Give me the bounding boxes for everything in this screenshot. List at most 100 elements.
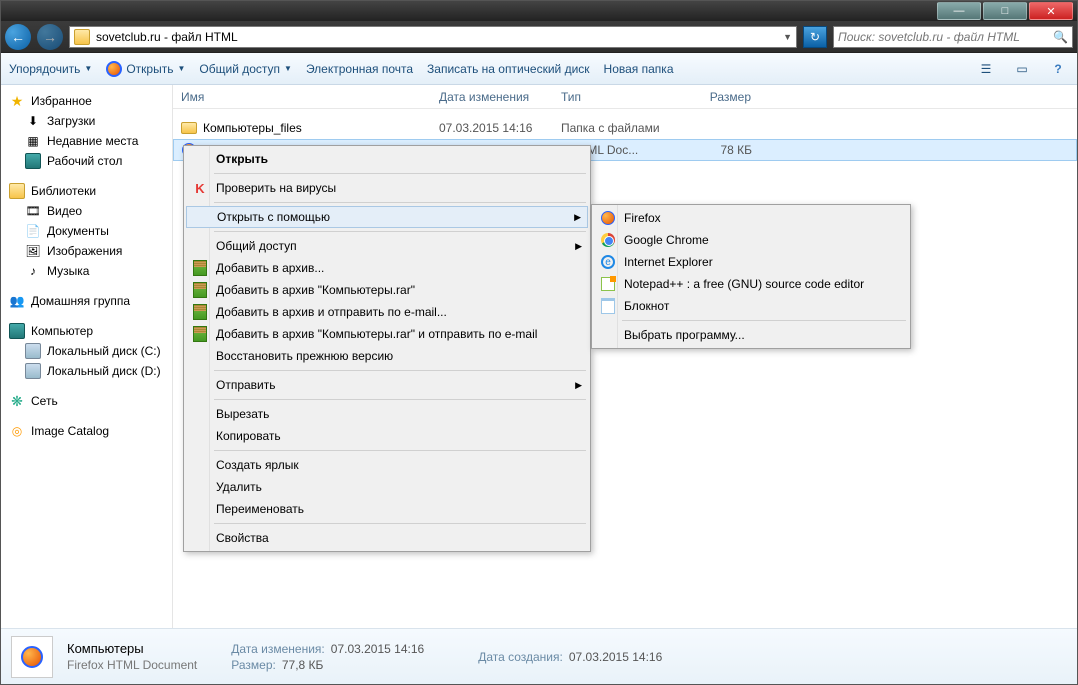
downloads-link[interactable]: ⬇Загрузки: [7, 111, 172, 131]
file-thumbnail: [11, 636, 53, 678]
explorer-window: — □ ✕ ← → ▼ ↻ 🔍 Упорядочить▼ Открыть▼ Об…: [0, 0, 1078, 685]
help-button[interactable]: ?: [1047, 58, 1069, 80]
winrar-icon: [192, 282, 208, 298]
col-date[interactable]: Дата изменения: [439, 90, 561, 104]
file-list: Имя Дата изменения Тип Размер Компьютеры…: [173, 85, 1077, 628]
ctx-properties[interactable]: Свойства: [186, 527, 588, 549]
file-row[interactable]: Компьютеры_files 07.03.2015 14:16 Папка …: [173, 117, 1077, 139]
ctx-delete[interactable]: Удалить: [186, 476, 588, 498]
ctx-share[interactable]: Общий доступ▶: [186, 235, 588, 257]
computer-group[interactable]: Компьютер: [7, 321, 172, 341]
desktop-link[interactable]: Рабочий стол: [7, 151, 172, 171]
downloads-icon: ⬇: [25, 113, 41, 129]
network-link[interactable]: ❋Сеть: [7, 391, 172, 411]
homegroup-icon: 👥: [9, 293, 25, 309]
drive-c-link[interactable]: Локальный диск (C:): [7, 341, 172, 361]
maximize-button[interactable]: □: [983, 2, 1027, 20]
libraries-group[interactable]: Библиотеки: [7, 181, 172, 201]
notepadpp-icon: [600, 276, 616, 292]
ctx-shortcut[interactable]: Создать ярлык: [186, 454, 588, 476]
openwith-firefox[interactable]: Firefox: [594, 207, 908, 229]
column-headers[interactable]: Имя Дата изменения Тип Размер: [173, 85, 1077, 109]
search-input[interactable]: [838, 28, 1053, 46]
winrar-icon: [192, 260, 208, 276]
ctx-add-archive[interactable]: Добавить в архив...: [186, 257, 588, 279]
preview-pane-button[interactable]: ▭: [1011, 58, 1033, 80]
pictures-icon: 🖼: [25, 243, 41, 259]
share-button[interactable]: Общий доступ▼: [199, 62, 292, 76]
submenu-arrow-icon: ▶: [575, 241, 582, 252]
open-button[interactable]: Открыть▼: [106, 61, 185, 77]
openwith-notepad[interactable]: Блокнот: [594, 295, 908, 317]
toolbar: Упорядочить▼ Открыть▼ Общий доступ▼ Элек…: [1, 53, 1077, 85]
details-size-label: Размер:: [231, 658, 276, 672]
close-button[interactable]: ✕: [1029, 2, 1073, 20]
folder-icon: [74, 29, 90, 45]
ctx-virus-scan[interactable]: KПроверить на вирусы: [186, 177, 588, 199]
details-datemod-value: 07.03.2015 14:16: [331, 642, 424, 656]
ctx-copy[interactable]: Копировать: [186, 425, 588, 447]
col-type[interactable]: Тип: [561, 90, 681, 104]
refresh-button[interactable]: ↻: [803, 26, 827, 48]
chrome-icon: [600, 232, 616, 248]
imagecatalog-icon: ◎: [9, 423, 25, 439]
imagecatalog-link[interactable]: ◎Image Catalog: [7, 421, 172, 441]
navigation-pane: ★Избранное ⬇Загрузки ▦Недавние места Раб…: [1, 85, 173, 628]
email-button[interactable]: Электронная почта: [306, 62, 413, 76]
burn-button[interactable]: Записать на оптический диск: [427, 62, 590, 76]
documents-link[interactable]: 📄Документы: [7, 221, 172, 241]
homegroup-link[interactable]: 👥Домашняя группа: [7, 291, 172, 311]
back-button[interactable]: ←: [5, 24, 31, 50]
drive-d-link[interactable]: Локальный диск (D:): [7, 361, 172, 381]
computer-icon: [9, 323, 25, 339]
recent-link[interactable]: ▦Недавние места: [7, 131, 172, 151]
pictures-link[interactable]: 🖼Изображения: [7, 241, 172, 261]
newfolder-button[interactable]: Новая папка: [604, 62, 674, 76]
search-bar[interactable]: 🔍: [833, 26, 1073, 48]
details-datemod-label: Дата изменения:: [231, 642, 325, 656]
ctx-restore[interactable]: Восстановить прежнюю версию: [186, 345, 588, 367]
desktop-icon: [25, 153, 41, 169]
network-icon: ❋: [9, 393, 25, 409]
drive-icon: [25, 343, 41, 359]
openwith-npp[interactable]: Notepad++ : a free (GNU) source code edi…: [594, 273, 908, 295]
ctx-rename[interactable]: Переименовать: [186, 498, 588, 520]
submenu-arrow-icon: ▶: [575, 380, 582, 391]
video-link[interactable]: 🎞Видео: [7, 201, 172, 221]
openwith-choose[interactable]: Выбрать программу...: [594, 324, 908, 346]
recent-icon: ▦: [25, 133, 41, 149]
openwith-chrome[interactable]: Google Chrome: [594, 229, 908, 251]
minimize-button[interactable]: —: [937, 2, 981, 20]
ctx-open-with[interactable]: Открыть с помощью▶: [186, 206, 588, 228]
address-bar[interactable]: ▼: [69, 26, 797, 48]
ctx-add-archive-named[interactable]: Добавить в архив "Компьютеры.rar": [186, 279, 588, 301]
winrar-icon: [192, 304, 208, 320]
organize-button[interactable]: Упорядочить▼: [9, 62, 92, 76]
col-name[interactable]: Имя: [181, 90, 439, 104]
details-datecre-value: 07.03.2015 14:16: [569, 650, 662, 664]
nav-bar: ← → ▼ ↻ 🔍: [1, 21, 1077, 53]
ctx-open[interactable]: Открыть: [186, 148, 588, 170]
music-link[interactable]: ♪Музыка: [7, 261, 172, 281]
libraries-icon: [9, 183, 25, 199]
star-icon: ★: [9, 93, 25, 109]
views-button[interactable]: ☰: [975, 58, 997, 80]
details-pane: Компьютеры Firefox HTML Document Дата из…: [1, 628, 1077, 684]
favorites-group[interactable]: ★Избранное: [7, 91, 172, 111]
address-input[interactable]: [96, 28, 777, 46]
openwith-ie[interactable]: eInternet Explorer: [594, 251, 908, 273]
forward-button[interactable]: →: [37, 24, 63, 50]
winrar-icon: [192, 326, 208, 342]
ctx-add-archive-email[interactable]: Добавить в архив и отправить по e-mail..…: [186, 301, 588, 323]
details-filetype: Firefox HTML Document: [67, 658, 197, 672]
ctx-add-archive-named-email[interactable]: Добавить в архив "Компьютеры.rar" и отпр…: [186, 323, 588, 345]
dropdown-icon[interactable]: ▼: [783, 32, 792, 42]
details-filename: Компьютеры: [67, 641, 197, 656]
details-datecre-label: Дата создания:: [478, 650, 563, 664]
kaspersky-icon: K: [192, 180, 208, 196]
col-size[interactable]: Размер: [681, 90, 761, 104]
ctx-cut[interactable]: Вырезать: [186, 403, 588, 425]
submenu-arrow-icon: ▶: [574, 212, 581, 223]
ctx-sendto[interactable]: Отправить▶: [186, 374, 588, 396]
firefox-icon: [21, 646, 43, 668]
